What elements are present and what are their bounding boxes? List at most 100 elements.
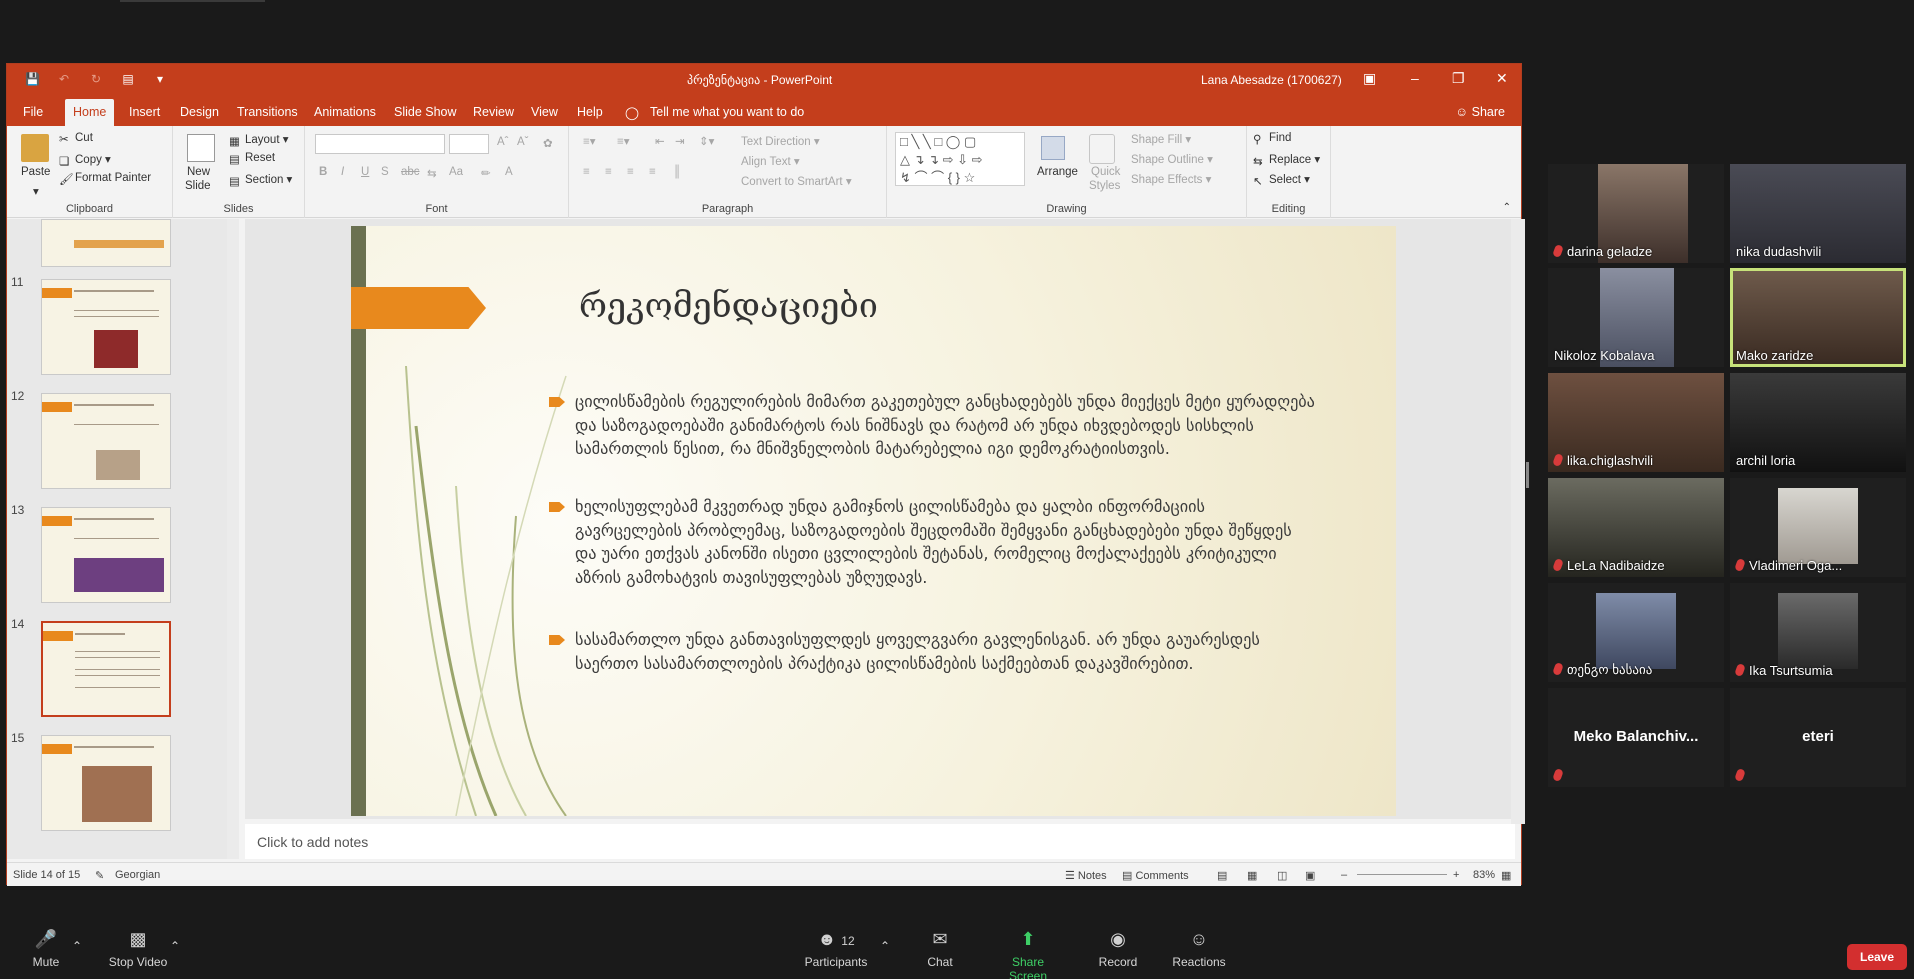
tab-file[interactable]: File xyxy=(23,105,43,119)
font-name-combo[interactable] xyxy=(315,134,445,154)
quick-styles-button-2[interactable]: Styles xyxy=(1089,180,1120,192)
bullet-text[interactable]: სასამართლო უნდა განთავისუფლდეს ყოველგვარ… xyxy=(575,628,1315,675)
section-button[interactable]: ▤ Section ▾ xyxy=(229,172,292,188)
slide-thumbnail[interactable] xyxy=(41,393,171,489)
tab-help[interactable]: Help xyxy=(577,105,603,119)
participant-tile[interactable]: archil loria xyxy=(1730,373,1906,472)
shape-fill-button[interactable]: Shape Fill ▾ xyxy=(1131,132,1191,146)
change-case-button[interactable]: Aa xyxy=(449,166,463,178)
highlight-icon[interactable]: ✏ xyxy=(481,166,491,180)
justify-icon[interactable]: ≡ xyxy=(649,166,656,178)
quick-styles-icon[interactable] xyxy=(1089,134,1115,164)
mute-button[interactable]: 🎤 Mute xyxy=(28,929,64,969)
reset-button[interactable]: ▤ Reset xyxy=(229,152,275,166)
current-slide[interactable]: რეკომენდაციები ცილისწამების რეგულირების … xyxy=(351,226,1396,816)
fit-to-window-icon[interactable]: ▦ xyxy=(1501,869,1511,882)
zoom-in-icon[interactable]: + xyxy=(1453,869,1459,881)
close-icon[interactable]: ✕ xyxy=(1496,70,1508,87)
decrease-indent-icon[interactable]: ⇤ xyxy=(655,134,665,148)
align-center-icon[interactable]: ≡ xyxy=(605,166,612,178)
find-button[interactable]: ⚲ Find xyxy=(1253,132,1291,146)
notes-pane[interactable]: Click to add notes xyxy=(245,824,1515,859)
text-direction-button[interactable]: Text Direction ▾ xyxy=(741,134,820,148)
notes-toggle[interactable]: ☰ Notes xyxy=(1065,869,1107,882)
slide-thumbnail[interactable] xyxy=(41,279,171,375)
format-painter-button[interactable]: 🖌Format Painter xyxy=(59,172,151,186)
slide-thumbnail[interactable] xyxy=(41,735,171,831)
tab-review[interactable]: Review xyxy=(473,105,514,119)
arrange-button[interactable]: Arrange xyxy=(1037,166,1078,178)
chat-button[interactable]: ✉ Chat xyxy=(925,929,955,969)
layout-button[interactable]: ▦ Layout ▾ xyxy=(229,132,289,148)
participant-tile[interactable]: Ika Tsurtsumia xyxy=(1730,583,1906,682)
line-spacing-icon[interactable]: ⇕▾ xyxy=(699,134,714,148)
gallery-resize-handle[interactable] xyxy=(1526,462,1529,488)
bullets-icon[interactable]: ≡▾ xyxy=(583,134,595,148)
shadow-button[interactable]: S xyxy=(381,166,389,178)
italic-button[interactable]: I xyxy=(341,166,344,178)
strikethrough-button[interactable]: abc xyxy=(401,166,420,178)
ribbon-display-icon[interactable]: ▣ xyxy=(1363,70,1376,87)
customize-qat-icon[interactable]: ▾ xyxy=(153,72,167,86)
slideshow-view-icon[interactable]: ▣ xyxy=(1305,869,1315,882)
slide-thumbnail[interactable] xyxy=(41,219,171,267)
quick-styles-button[interactable]: Quick xyxy=(1091,166,1120,178)
restore-icon[interactable]: ❐ xyxy=(1452,70,1465,87)
tab-transitions[interactable]: Transitions xyxy=(237,105,298,119)
select-button[interactable]: ↖ Select ▾ xyxy=(1253,172,1310,188)
slide-sorter-icon[interactable]: ▦ xyxy=(1247,869,1257,882)
leave-button[interactable]: Leave xyxy=(1847,944,1907,970)
tab-home[interactable]: Home xyxy=(65,99,115,126)
reading-view-icon[interactable]: ◫ xyxy=(1277,869,1287,882)
participants-caret-icon[interactable]: ⌃ xyxy=(880,939,890,953)
participant-tile[interactable]: eteri xyxy=(1730,688,1906,787)
new-slide-icon[interactable] xyxy=(187,134,215,162)
tab-insert[interactable]: Insert xyxy=(129,105,160,119)
minimize-icon[interactable]: – xyxy=(1411,70,1419,86)
participant-tile[interactable]: Meko Balanchiv... xyxy=(1548,688,1724,787)
replace-button[interactable]: ⇆ Replace ▾ xyxy=(1253,152,1320,168)
language-indicator[interactable]: Georgian xyxy=(115,869,160,881)
clear-formatting-icon[interactable]: ✿ xyxy=(543,136,553,150)
shapes-gallery[interactable]: □ ╲ ╲ □ ◯ ▢ △ ↴ ↴ ⇨ ⇩ ⇨ ↯ ⌒ ⌒ { } ☆ xyxy=(895,132,1025,186)
participant-tile-active-speaker[interactable]: Mako zaridze xyxy=(1730,268,1906,367)
participant-tile[interactable]: Vladimeri Oga... xyxy=(1730,478,1906,577)
align-left-icon[interactable]: ≡ xyxy=(583,166,590,178)
tell-me-search[interactable]: Tell me what you want to do xyxy=(650,105,804,119)
stop-video-button[interactable]: ▩ Stop Video xyxy=(108,929,168,969)
collapse-ribbon-icon[interactable]: ⌃ xyxy=(1503,202,1511,213)
participant-tile[interactable]: lika.chiglashvili xyxy=(1548,373,1724,472)
convert-smartart-button[interactable]: Convert to SmartArt ▾ xyxy=(741,174,852,188)
arrange-icon[interactable] xyxy=(1041,136,1065,160)
bullet-text[interactable]: ხელისუფლებამ მკვეთრად უნდა გამიჯნოს ცილი… xyxy=(575,495,1315,589)
decrease-font-icon[interactable]: Aˇ xyxy=(517,136,529,148)
participant-tile[interactable]: LeLa Nadibaidze xyxy=(1548,478,1724,577)
font-size-combo[interactable] xyxy=(449,134,489,154)
paste-button[interactable]: Paste xyxy=(21,166,50,178)
account-name[interactable]: Lana Abesadze (1700627) xyxy=(1201,73,1342,87)
numbering-icon[interactable]: ≡▾ xyxy=(617,134,629,148)
redo-icon[interactable]: ↻ xyxy=(89,72,103,86)
video-options-caret-icon[interactable]: ⌃ xyxy=(170,939,180,953)
participants-button[interactable]: ☻ 12 Participants xyxy=(802,929,870,969)
zoom-out-icon[interactable]: – xyxy=(1341,869,1347,881)
tab-slide-show[interactable]: Slide Show xyxy=(394,105,457,119)
start-from-beginning-icon[interactable]: ▤ xyxy=(121,72,135,86)
cut-button[interactable]: ✂ Cut xyxy=(59,132,93,146)
tab-design[interactable]: Design xyxy=(180,105,219,119)
participant-tile[interactable]: Nikoloz Kobalava xyxy=(1548,268,1724,367)
slide-thumbnail-selected[interactable] xyxy=(41,621,171,717)
share-button[interactable]: ☺ Share xyxy=(1455,105,1505,119)
copy-button[interactable]: ❏ Copy ▾ xyxy=(59,152,111,168)
tab-view[interactable]: View xyxy=(531,105,558,119)
shape-effects-button[interactable]: Shape Effects ▾ xyxy=(1131,172,1211,186)
participant-tile[interactable]: თენგო ხასაია xyxy=(1548,583,1724,682)
character-spacing-icon[interactable]: ⇆ xyxy=(427,166,437,180)
zoom-slider[interactable] xyxy=(1357,874,1447,875)
bullet-text[interactable]: ცილისწამების რეგულირების მიმართ გაკეთებუ… xyxy=(575,390,1315,461)
align-text-button[interactable]: Align Text ▾ xyxy=(741,154,800,168)
paste-dropdown-icon[interactable]: ▾ xyxy=(33,184,39,198)
share-screen-button[interactable]: ⬆ Share Screen xyxy=(993,929,1063,979)
align-right-icon[interactable]: ≡ xyxy=(627,166,634,178)
slide-scrollbar[interactable] xyxy=(1511,219,1525,824)
